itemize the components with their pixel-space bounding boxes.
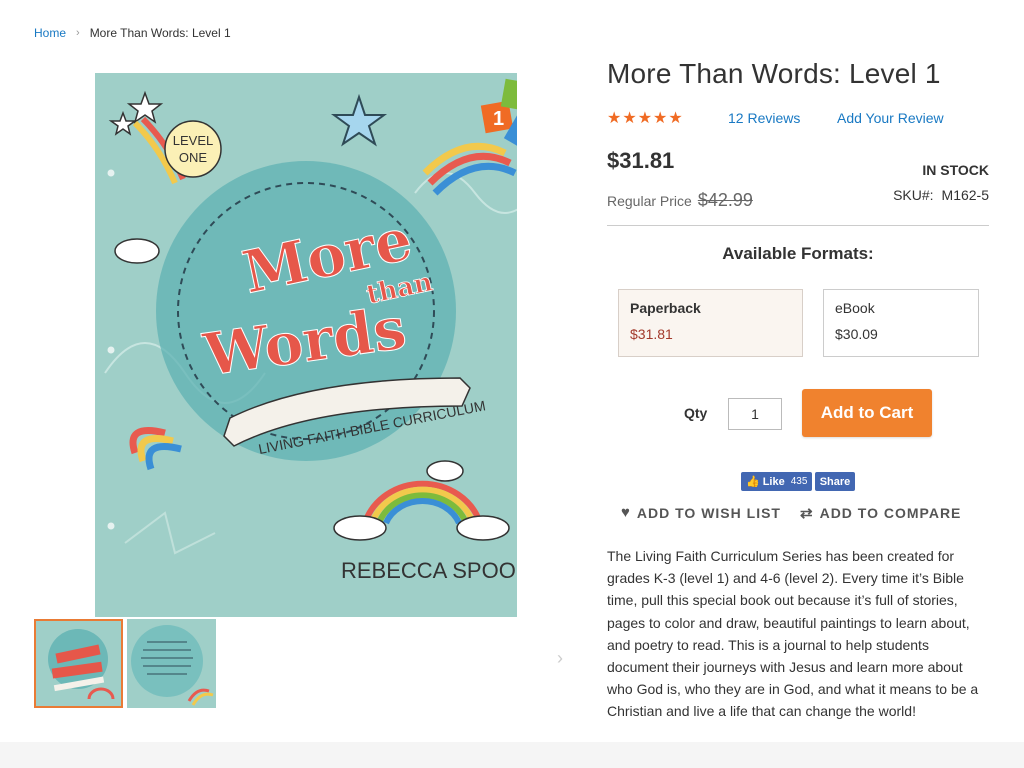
- add-review-link[interactable]: Add Your Review: [837, 110, 944, 126]
- thumbnail-strip: [34, 619, 216, 708]
- thumbnail-cover[interactable]: [34, 619, 123, 708]
- like-label: Like: [762, 475, 785, 488]
- page-footer-edge: [0, 742, 1024, 768]
- sku-label: SKU#:: [893, 187, 934, 203]
- main-product-image[interactable]: LEVEL ONE 1 More than Words LIVING FAITH…: [95, 73, 517, 617]
- regular-price-value: $42.99: [697, 190, 753, 210]
- divider: [607, 225, 989, 226]
- rating-stars-icon: ★★★★★: [607, 110, 684, 127]
- product-description: The Living Faith Curriculum Series has b…: [607, 548, 979, 720]
- cover-level-text: LEVEL: [173, 133, 213, 148]
- add-to-wishlist-link[interactable]: ♥ ADD TO WISH LIST: [621, 504, 781, 521]
- reviews-link[interactable]: 12 Reviews: [728, 110, 800, 126]
- rating-summary: ★★★★★: [607, 108, 684, 128]
- regular-price-label: Regular Price: [607, 193, 692, 209]
- format-name: eBook: [835, 300, 875, 316]
- like-count: 435: [790, 476, 808, 487]
- cover-level-one-text: ONE: [179, 150, 208, 165]
- heart-icon: ♥: [621, 504, 631, 521]
- qty-input[interactable]: [728, 398, 782, 430]
- cover-badge-digit-1: 1: [493, 108, 504, 130]
- product-title: More Than Words: Level 1: [607, 58, 941, 89]
- cover-author-text: REBECCA SPOONER: [341, 558, 517, 583]
- breadcrumb-current: More Than Words: Level 1: [89, 26, 231, 40]
- facebook-like-button[interactable]: 👍 Like 435: [741, 472, 812, 491]
- regular-price: Regular Price $42.99: [607, 190, 753, 211]
- facebook-share-button[interactable]: Share: [815, 472, 855, 491]
- stock-status: IN STOCK: [922, 162, 989, 178]
- format-option-paperback[interactable]: Paperback $31.81: [618, 289, 803, 357]
- wishlist-label: ADD TO WISH LIST: [636, 504, 781, 521]
- thumbs-up-icon: 👍: [746, 476, 760, 488]
- format-price: $30.09: [835, 326, 878, 342]
- thumbnail-back-cover[interactable]: [127, 619, 216, 708]
- final-price: $31.81: [607, 148, 675, 173]
- format-price: $31.81: [630, 326, 673, 342]
- format-option-ebook[interactable]: eBook $30.09: [823, 289, 979, 357]
- formats-heading: Available Formats:: [722, 244, 874, 263]
- chevron-right-icon[interactable]: ›: [557, 648, 563, 669]
- arrows-exchange-icon: ⇄: [800, 505, 814, 522]
- add-to-compare-link[interactable]: ⇄ ADD TO COMPARE: [800, 504, 961, 522]
- format-name: Paperback: [630, 300, 701, 316]
- qty-label: Qty: [684, 405, 708, 421]
- breadcrumb-separator-icon: ›: [76, 27, 80, 39]
- breadcrumb: Home › More Than Words: Level 1: [34, 26, 231, 40]
- sku-value: M162-5: [941, 187, 989, 203]
- add-to-cart-button[interactable]: Add to Cart: [802, 389, 932, 437]
- breadcrumb-home-link[interactable]: Home: [34, 26, 66, 40]
- sku: SKU#: M162-5: [893, 187, 989, 203]
- compare-label: ADD TO COMPARE: [819, 505, 962, 521]
